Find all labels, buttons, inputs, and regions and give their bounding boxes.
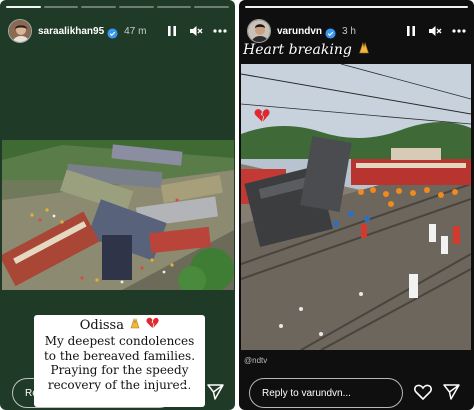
caption-line: to the bereaved families. [43, 348, 196, 363]
story-progress-bar [6, 6, 230, 8]
story-progress-bar [245, 6, 468, 8]
more-options-icon[interactable] [452, 24, 466, 38]
post-time: 3 h [342, 25, 356, 37]
more-options-icon[interactable] [213, 24, 227, 38]
reply-placeholder: Reply to saraalikhan95... [25, 387, 136, 399]
avatar[interactable] [247, 19, 271, 43]
pause-icon[interactable] [165, 24, 179, 38]
story-photo-train-derailment [2, 140, 234, 290]
send-icon[interactable] [204, 381, 226, 403]
caption-line: Praying for the speedy [50, 363, 189, 377]
progress-segment [156, 6, 192, 8]
story-photo-rescue-site [241, 64, 471, 350]
caption-title-row: Odissa [38, 317, 201, 334]
username[interactable]: varundvn [277, 26, 322, 37]
progress-segment [81, 6, 117, 8]
avatar[interactable] [8, 19, 32, 43]
send-icon[interactable] [440, 381, 462, 403]
broken-heart-emoji-icon [146, 317, 159, 333]
folded-hands-emoji-icon [128, 317, 146, 333]
story-header: saraalikhan95 47 m [8, 17, 227, 45]
heading-text: Heart breaking [243, 42, 352, 58]
caption-title: Odissa [79, 318, 124, 333]
folded-hands-emoji-icon [356, 42, 372, 58]
verified-badge-icon [325, 26, 336, 39]
verified-badge-icon [107, 26, 118, 39]
pause-icon[interactable] [404, 24, 418, 38]
mute-icon[interactable] [189, 24, 203, 38]
story-heading: Heart breaking [243, 41, 372, 58]
progress-segment [43, 6, 79, 8]
heart-icon[interactable] [412, 381, 434, 403]
progress-segment [6, 6, 41, 8]
progress-segment [119, 6, 154, 8]
caption-line: My deepest condolences [44, 334, 195, 348]
username[interactable]: saraalikhan95 [38, 26, 104, 37]
broken-heart-emoji-icon [254, 108, 270, 128]
reply-placeholder: Reply to varundvn... [262, 387, 351, 399]
reply-input[interactable]: Reply to varundvn... [249, 378, 403, 408]
progress-segment [245, 6, 468, 8]
reply-input[interactable]: Reply to saraalikhan95... [12, 378, 174, 408]
heart-icon[interactable] [177, 381, 199, 403]
post-time: 47 m [124, 25, 147, 37]
mute-icon[interactable] [428, 24, 442, 38]
photo-credit: @ndtv [244, 356, 268, 365]
progress-segment [194, 6, 230, 8]
